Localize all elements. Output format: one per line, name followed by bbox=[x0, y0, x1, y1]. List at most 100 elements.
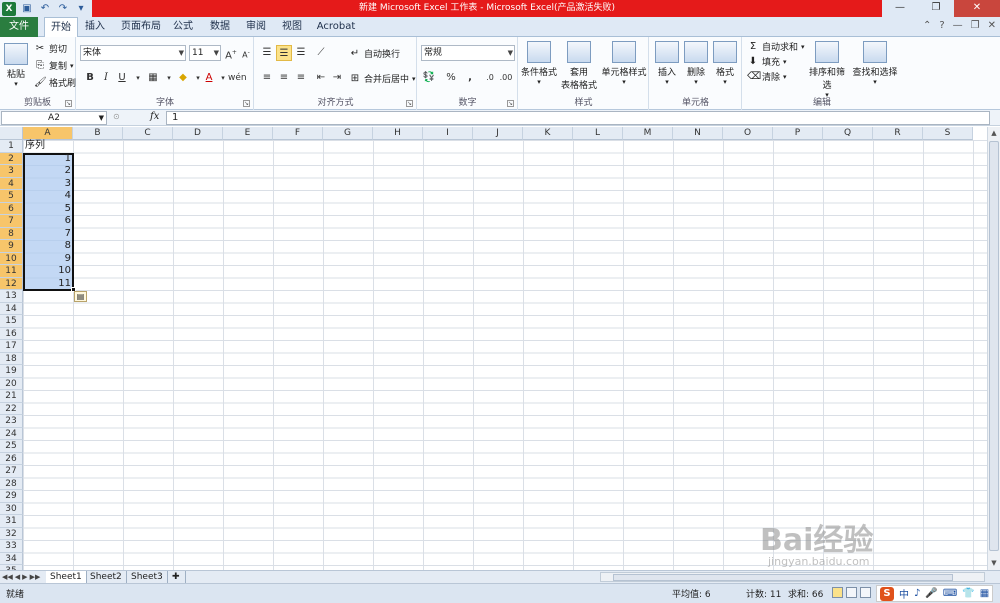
row-header-25[interactable]: 25 bbox=[0, 440, 23, 453]
row-header-17[interactable]: 17 bbox=[0, 340, 23, 353]
merge-center-button[interactable]: ⊞ 合并后居中 ▾ bbox=[349, 72, 416, 86]
hscroll-thumb[interactable] bbox=[613, 574, 953, 581]
row-header-28[interactable]: 28 bbox=[0, 477, 23, 490]
normal-view-icon[interactable] bbox=[832, 587, 843, 598]
row-header-9[interactable]: 9 bbox=[0, 240, 23, 253]
row-header-20[interactable]: 20 bbox=[0, 377, 23, 390]
ime-menu-icon[interactable]: ▦ bbox=[980, 588, 989, 599]
row-header-8[interactable]: 8 bbox=[0, 227, 23, 240]
row-header-5[interactable]: 5 bbox=[0, 190, 23, 203]
row-header-34[interactable]: 34 bbox=[0, 552, 23, 565]
tab-insert[interactable]: 插入 bbox=[80, 17, 110, 37]
row-header-12[interactable]: 12 bbox=[0, 277, 23, 290]
ime-skin-icon[interactable]: 👕 bbox=[962, 588, 974, 599]
cell-A3[interactable]: 2 bbox=[23, 165, 73, 178]
row-header-23[interactable]: 23 bbox=[0, 415, 23, 428]
row-header-7[interactable]: 7 bbox=[0, 215, 23, 228]
copy-button[interactable]: ⎘ 复制 ▾ bbox=[34, 59, 74, 73]
tab-review[interactable]: 审阅 bbox=[241, 17, 271, 37]
first-sheet-icon[interactable]: ◀◀ bbox=[2, 571, 13, 583]
cell-A9[interactable]: 8 bbox=[23, 240, 73, 253]
doc-restore-icon[interactable]: ❐ bbox=[971, 20, 980, 31]
new-sheet-icon[interactable]: ✚ bbox=[168, 571, 186, 583]
excel-logo-icon[interactable]: X bbox=[2, 1, 16, 16]
sort-filter-button[interactable]: 排序和筛选 ▾ bbox=[805, 41, 849, 99]
page-break-view-icon[interactable] bbox=[860, 587, 871, 598]
fill-button[interactable]: ⬇ 填充 ▾ bbox=[747, 55, 787, 69]
row-header-1[interactable]: 1 bbox=[0, 140, 23, 153]
cell-A6[interactable]: 5 bbox=[23, 203, 73, 216]
sheet-tab-sheet1[interactable]: Sheet1 bbox=[46, 571, 87, 583]
comma-button[interactable]: , bbox=[462, 70, 478, 86]
close-button[interactable]: ✕ bbox=[954, 0, 1000, 17]
tab-file[interactable]: 文件 bbox=[0, 17, 38, 37]
column-header-g[interactable]: G bbox=[323, 127, 373, 140]
save-icon[interactable]: ▣ bbox=[20, 2, 34, 16]
undo-icon[interactable]: ↶ bbox=[38, 2, 52, 16]
minimize-button[interactable]: — bbox=[882, 0, 918, 17]
page-layout-view-icon[interactable] bbox=[846, 587, 857, 598]
fill-color-icon[interactable]: ◆ bbox=[175, 70, 191, 86]
column-header-h[interactable]: H bbox=[373, 127, 423, 140]
column-header-i[interactable]: I bbox=[423, 127, 473, 140]
cell-A4[interactable]: 3 bbox=[23, 178, 73, 191]
auto-fill-options-icon[interactable]: ▤ bbox=[74, 291, 87, 302]
conditional-formatting-button[interactable]: 条件格式 ▾ bbox=[521, 41, 557, 86]
shrink-font-icon[interactable]: A- bbox=[238, 45, 254, 61]
row-header-33[interactable]: 33 bbox=[0, 540, 23, 553]
number-format-combo[interactable]: 常规 ▼ bbox=[421, 45, 515, 61]
ime-punct-icon[interactable]: ♪ bbox=[914, 588, 920, 599]
align-left-icon[interactable]: ≡ bbox=[259, 70, 275, 86]
percent-button[interactable]: % bbox=[443, 70, 459, 86]
row-header-11[interactable]: 11 bbox=[0, 265, 23, 278]
sogou-logo-icon[interactable]: S bbox=[880, 586, 894, 601]
row-header-2[interactable]: 2 bbox=[0, 152, 23, 165]
help-icon[interactable]: ? bbox=[939, 20, 944, 31]
underline-dropdown-icon[interactable]: ▾ bbox=[130, 70, 146, 86]
select-all-button[interactable] bbox=[0, 127, 23, 140]
format-cells-button[interactable]: 格式 ▾ bbox=[711, 41, 739, 86]
restore-button[interactable]: ❐ bbox=[918, 0, 954, 17]
border-icon[interactable]: ▦ bbox=[145, 70, 161, 86]
font-size-combo[interactable]: 11 ▼ bbox=[189, 45, 221, 61]
cell-A7[interactable]: 6 bbox=[23, 215, 73, 228]
alignment-launcher-icon[interactable]: ↘ bbox=[406, 100, 413, 107]
clear-button[interactable]: ⌫ 清除 ▾ bbox=[747, 70, 787, 84]
row-header-15[interactable]: 15 bbox=[0, 315, 23, 328]
number-launcher-icon[interactable]: ↘ bbox=[507, 100, 514, 107]
autosum-button[interactable]: Σ 自动求和 ▾ bbox=[747, 40, 805, 54]
column-header-f[interactable]: F bbox=[273, 127, 323, 140]
phonetic-guide-icon[interactable]: wén bbox=[228, 70, 247, 86]
align-middle-icon[interactable]: ☰ bbox=[276, 45, 292, 61]
bold-button[interactable]: B bbox=[82, 70, 98, 86]
cell-A2[interactable]: 1 bbox=[23, 153, 73, 166]
row-header-6[interactable]: 6 bbox=[0, 202, 23, 215]
increase-indent-icon[interactable]: ⇥ bbox=[329, 70, 345, 86]
horizontal-scrollbar[interactable] bbox=[600, 572, 985, 582]
column-header-j[interactable]: J bbox=[473, 127, 523, 140]
cell-A8[interactable]: 7 bbox=[23, 228, 73, 241]
customize-icon[interactable]: ▾ bbox=[74, 2, 88, 16]
row-header-27[interactable]: 27 bbox=[0, 465, 23, 478]
row-header-19[interactable]: 19 bbox=[0, 365, 23, 378]
row-header-13[interactable]: 13 bbox=[0, 290, 23, 303]
doc-minimize-icon[interactable]: — bbox=[953, 20, 963, 31]
underline-button[interactable]: U bbox=[114, 70, 130, 86]
column-header-m[interactable]: M bbox=[623, 127, 673, 140]
row-header-14[interactable]: 14 bbox=[0, 302, 23, 315]
currency-icon[interactable]: 💱 bbox=[421, 70, 437, 86]
scroll-up-icon[interactable]: ▲ bbox=[988, 127, 1000, 139]
row-header-18[interactable]: 18 bbox=[0, 352, 23, 365]
decrease-indent-icon[interactable]: ⇤ bbox=[313, 70, 329, 86]
row-header-4[interactable]: 4 bbox=[0, 177, 23, 190]
cell-area[interactable] bbox=[23, 140, 987, 570]
tab-formulas[interactable]: 公式 bbox=[168, 17, 198, 37]
column-header-p[interactable]: P bbox=[773, 127, 823, 140]
row-header-10[interactable]: 10 bbox=[0, 252, 23, 265]
scroll-thumb[interactable] bbox=[989, 141, 999, 551]
format-painter-button[interactable]: 🖌 格式刷 bbox=[34, 76, 76, 90]
next-sheet-icon[interactable]: ▶ bbox=[22, 571, 27, 583]
row-header-31[interactable]: 31 bbox=[0, 515, 23, 528]
align-right-icon[interactable]: ≡ bbox=[293, 70, 309, 86]
row-header-26[interactable]: 26 bbox=[0, 452, 23, 465]
